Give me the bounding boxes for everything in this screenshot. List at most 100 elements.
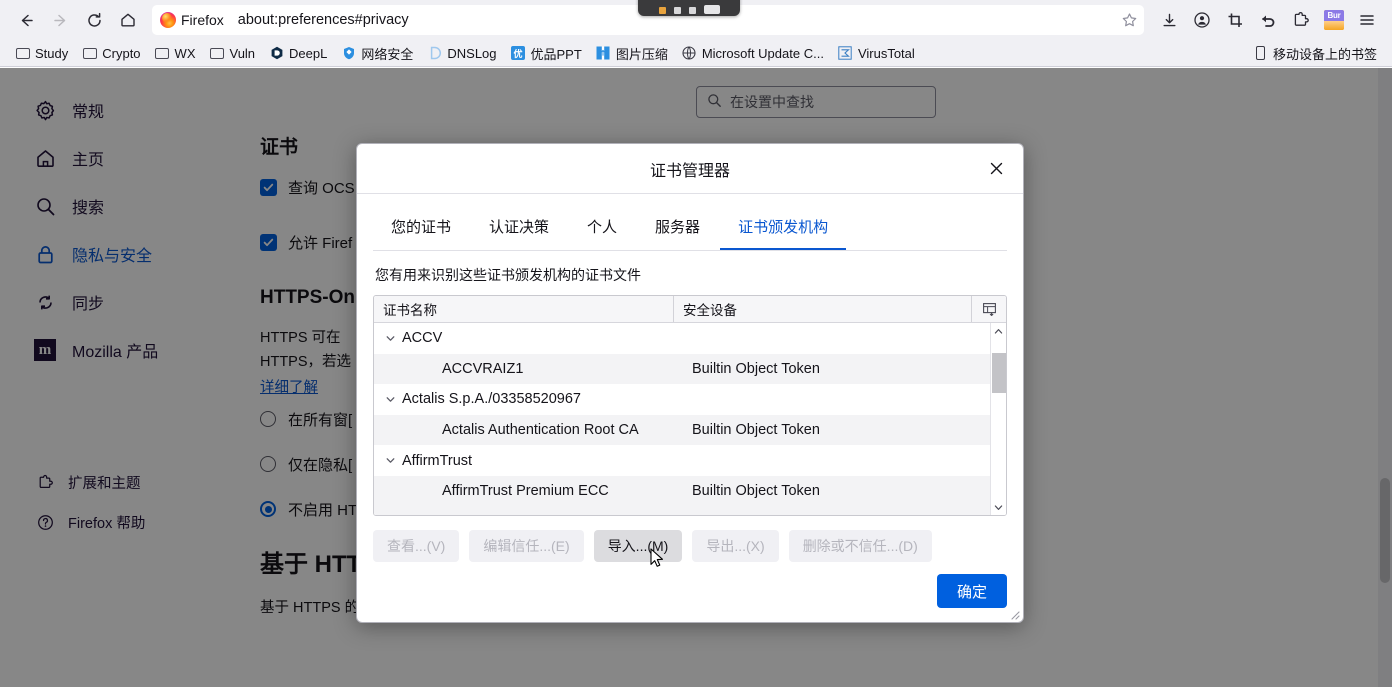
- forward-button[interactable]: [44, 5, 76, 35]
- sidebar-item-label: 主页: [72, 152, 105, 169]
- column-header-device[interactable]: 安全设备: [674, 296, 972, 322]
- columns-icon[interactable]: [972, 296, 1006, 322]
- cert-device: Builtin Object Token: [692, 514, 990, 515]
- ypppt-icon: 优: [511, 46, 526, 61]
- bookmark-virustotal[interactable]: VirusTotal: [831, 43, 922, 64]
- radio-all-windows[interactable]: [260, 411, 276, 428]
- shield-icon: [341, 46, 356, 61]
- scroll-down-icon[interactable]: [991, 499, 1006, 515]
- ok-button[interactable]: 确定: [936, 574, 1007, 608]
- scroll-thumb[interactable]: [992, 353, 1006, 393]
- bookmark-star-icon[interactable]: [1121, 12, 1138, 29]
- radio-private-only[interactable]: [260, 456, 276, 473]
- edit-trust-button[interactable]: 编辑信任...(E): [469, 530, 584, 562]
- table-row[interactable]: AffirmTrust Networking Builtin Object To…: [374, 506, 990, 515]
- deepl-icon: [269, 46, 284, 61]
- sidebar-item-search[interactable]: 搜索: [0, 182, 240, 230]
- sidebar-item-label: 扩展和主题: [68, 475, 141, 492]
- chevron-down-icon[interactable]: [380, 333, 400, 344]
- sidebar-item-extensions-themes[interactable]: 扩展和主题: [0, 462, 240, 502]
- reload-button[interactable]: [78, 5, 110, 35]
- tab-label: 您的证书: [391, 219, 452, 236]
- tab-authorities[interactable]: 证书颁发机构: [720, 208, 847, 251]
- bookmark-label: Crypto: [102, 45, 141, 61]
- bookmark-youpinppt[interactable]: 优 优品PPT: [504, 41, 589, 66]
- puzzle-icon: [36, 473, 54, 491]
- bookmark-wangluoanquan[interactable]: 网络安全: [334, 41, 420, 66]
- certificate-tree: 证书名称 安全设备 ACCV ACCVRAIZ1 Builtin Object …: [373, 295, 1007, 516]
- menu-icon[interactable]: [1352, 5, 1382, 35]
- bookmark-study[interactable]: Study: [8, 43, 75, 64]
- scroll-track[interactable]: [991, 339, 1006, 499]
- resize-grip-icon[interactable]: [1008, 607, 1020, 620]
- table-row[interactable]: AffirmTrust Premium ECC Builtin Object T…: [374, 475, 990, 507]
- column-header-name[interactable]: 证书名称: [374, 296, 674, 322]
- table-row[interactable]: Actalis S.p.A./03358520967: [374, 384, 990, 415]
- chevron-down-icon[interactable]: [380, 394, 400, 405]
- sidebar-item-home[interactable]: 主页: [0, 134, 240, 182]
- tab-authentication-decisions[interactable]: 认证决策: [471, 208, 567, 251]
- burp-icon[interactable]: Bur: [1319, 5, 1349, 35]
- bookmark-crypto[interactable]: Crypto: [75, 43, 147, 64]
- sidebar-item-mozilla-products[interactable]: m Mozilla 产品: [0, 326, 240, 374]
- scroll-up-icon[interactable]: [991, 323, 1006, 339]
- tab-servers[interactable]: 服务器: [637, 208, 718, 251]
- undo-icon[interactable]: [1253, 5, 1283, 35]
- extension-icon[interactable]: [1286, 5, 1316, 35]
- bookmark-image-compress[interactable]: 图片压缩: [589, 41, 675, 66]
- sidebar-item-firefox-help[interactable]: Firefox 帮助: [0, 502, 240, 542]
- url-chip-label: Firefox: [181, 12, 224, 28]
- radio-disabled[interactable]: [260, 501, 276, 518]
- import-button[interactable]: 导入...(M): [593, 530, 683, 562]
- export-button[interactable]: 导出...(X): [692, 530, 779, 562]
- cert-device: Builtin Object Token: [692, 422, 820, 439]
- sync-icon: [34, 291, 56, 313]
- tree-header: 证书名称 安全设备: [374, 296, 1006, 323]
- cert-name: Actalis Authentication Root CA: [442, 422, 639, 439]
- sidebar-item-label: Firefox 帮助: [68, 515, 146, 532]
- bookmark-vuln[interactable]: Vuln: [203, 43, 263, 64]
- bookmark-microsoft-update[interactable]: Microsoft Update C...: [675, 43, 831, 64]
- bookmark-label: 优品PPT: [530, 46, 582, 62]
- tree-scrollbar[interactable]: [990, 323, 1006, 515]
- float-dot-1: [673, 7, 681, 14]
- tab-your-certificates[interactable]: 您的证书: [373, 208, 469, 251]
- tab-label: 证书颁发机构: [738, 219, 829, 236]
- floating-screencast-toolbar[interactable]: [638, 0, 740, 16]
- bookmark-wx[interactable]: WX: [148, 43, 203, 64]
- account-icon[interactable]: [1187, 5, 1217, 35]
- back-button[interactable]: [10, 5, 42, 35]
- page-scrollbar-thumb[interactable]: [1380, 478, 1390, 583]
- folder-icon: [155, 46, 170, 61]
- table-row[interactable]: ACCVRAIZ1 Builtin Object Token: [374, 353, 990, 385]
- ocsp-checkbox[interactable]: [260, 179, 277, 196]
- allow-firefox-checkbox[interactable]: [260, 234, 277, 251]
- sidebar-item-privacy-security[interactable]: 隐私与安全: [0, 230, 240, 278]
- sidebar-item-sync[interactable]: 同步: [0, 278, 240, 326]
- mozilla-icon: m: [34, 339, 56, 361]
- bookmark-deepl[interactable]: DeepL: [262, 43, 334, 64]
- downloads-icon[interactable]: [1154, 5, 1184, 35]
- delete-or-distrust-button[interactable]: 删除或不信任...(D): [788, 530, 932, 562]
- sidebar-item-label: 隐私与安全: [72, 248, 153, 265]
- dialog-tabs: 您的证书 认证决策 个人 服务器 证书颁发机构: [357, 194, 1023, 251]
- chevron-down-icon[interactable]: [380, 455, 400, 466]
- search-input[interactable]: 在设置中查找: [696, 86, 936, 118]
- bookmark-mobile-folder[interactable]: 移动设备上的书签: [1246, 41, 1384, 66]
- tab-label: 认证决策: [489, 219, 550, 236]
- learn-more-link[interactable]: 详细了解: [260, 376, 318, 397]
- sidebar-item-general[interactable]: 常规: [0, 86, 240, 134]
- burp-label: Bur: [1324, 10, 1344, 21]
- table-row[interactable]: Actalis Authentication Root CA Builtin O…: [374, 414, 990, 446]
- close-icon[interactable]: [981, 154, 1011, 184]
- table-row[interactable]: AffirmTrust: [374, 445, 990, 476]
- page-scrollbar[interactable]: [1378, 68, 1392, 687]
- screenshot-icon[interactable]: [1220, 5, 1250, 35]
- home-button[interactable]: [112, 5, 144, 35]
- bookmark-dnslog[interactable]: DNSLog: [420, 43, 503, 64]
- view-button[interactable]: 查看...(V): [373, 530, 460, 562]
- url-identity-chip[interactable]: Firefox: [156, 10, 232, 30]
- cert-name: AffirmTrust Premium ECC: [442, 483, 609, 500]
- tab-people[interactable]: 个人: [569, 208, 635, 251]
- table-row[interactable]: ACCV: [374, 323, 990, 354]
